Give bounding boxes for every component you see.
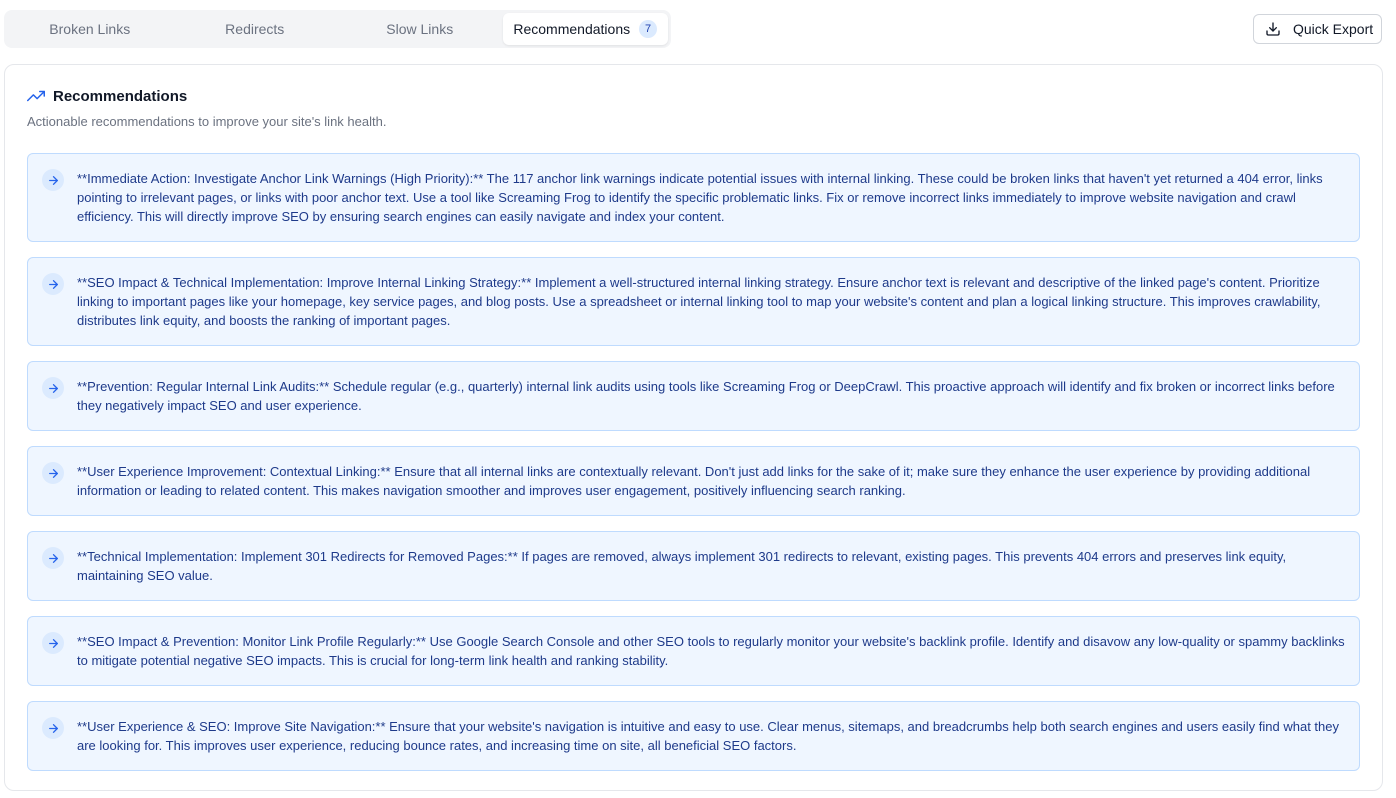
tab-recommendations[interactable]: Recommendations 7 — [502, 13, 668, 45]
recommendation-text: **User Experience Improvement: Contextua… — [77, 464, 1311, 498]
tab-recommendations-label: Recommendations — [513, 21, 631, 37]
arrow-right-icon — [42, 169, 64, 191]
count-badge: 7 — [639, 20, 658, 38]
arrow-right-icon — [42, 273, 64, 295]
recommendation-text: **SEO Impact & Prevention: Monitor Link … — [77, 634, 1345, 668]
arrow-right-icon — [42, 462, 64, 484]
recommendation-text: **Prevention: Regular Internal Link Audi… — [77, 379, 1335, 413]
card-title-row: Recommendations — [27, 87, 386, 105]
recommendation-text: **Immediate Action: Investigate Anchor L… — [77, 171, 1323, 224]
arrow-right-icon — [42, 377, 64, 399]
recommendation-item: **Prevention: Regular Internal Link Audi… — [27, 361, 1360, 431]
recommendation-item: **User Experience & SEO: Improve Site Na… — [27, 701, 1360, 771]
recommendation-text: **Technical Implementation: Implement 30… — [77, 549, 1287, 583]
recommendation-item: **SEO Impact & Technical Implementation:… — [27, 257, 1360, 346]
recommendation-text: **SEO Impact & Technical Implementation:… — [77, 275, 1321, 328]
recommendation-item: **Immediate Action: Investigate Anchor L… — [27, 153, 1360, 242]
quick-export-button[interactable]: Quick Export — [1253, 14, 1382, 44]
recommendation-item: **User Experience Improvement: Contextua… — [27, 446, 1360, 516]
tab-broken-links[interactable]: Broken Links — [7, 13, 173, 45]
tab-redirects[interactable]: Redirects — [173, 13, 338, 45]
arrow-right-icon — [42, 632, 64, 654]
recommendation-item: **Technical Implementation: Implement 30… — [27, 531, 1360, 601]
card-subtitle: Actionable recommendations to improve yo… — [27, 114, 387, 129]
tab-slow-links[interactable]: Slow Links — [337, 13, 503, 45]
recommendations-card: Recommendations Actionable recommendatio… — [4, 64, 1383, 791]
recommendation-list: **Immediate Action: Investigate Anchor L… — [27, 153, 1360, 786]
top-bar: Broken Links Redirects Slow Links Recomm… — [4, 10, 1382, 48]
recommendation-item: **SEO Impact & Prevention: Monitor Link … — [27, 616, 1360, 686]
arrow-right-icon — [42, 547, 64, 569]
card-header: Recommendations Actionable recommendatio… — [27, 87, 386, 129]
arrow-right-icon — [42, 717, 64, 739]
card-title: Recommendations — [53, 87, 188, 105]
tab-list: Broken Links Redirects Slow Links Recomm… — [4, 10, 671, 48]
recommendation-text: **User Experience & SEO: Improve Site Na… — [77, 719, 1339, 753]
trending-up-icon — [27, 90, 45, 102]
quick-export-label: Quick Export — [1293, 21, 1374, 37]
download-icon — [1266, 22, 1280, 36]
